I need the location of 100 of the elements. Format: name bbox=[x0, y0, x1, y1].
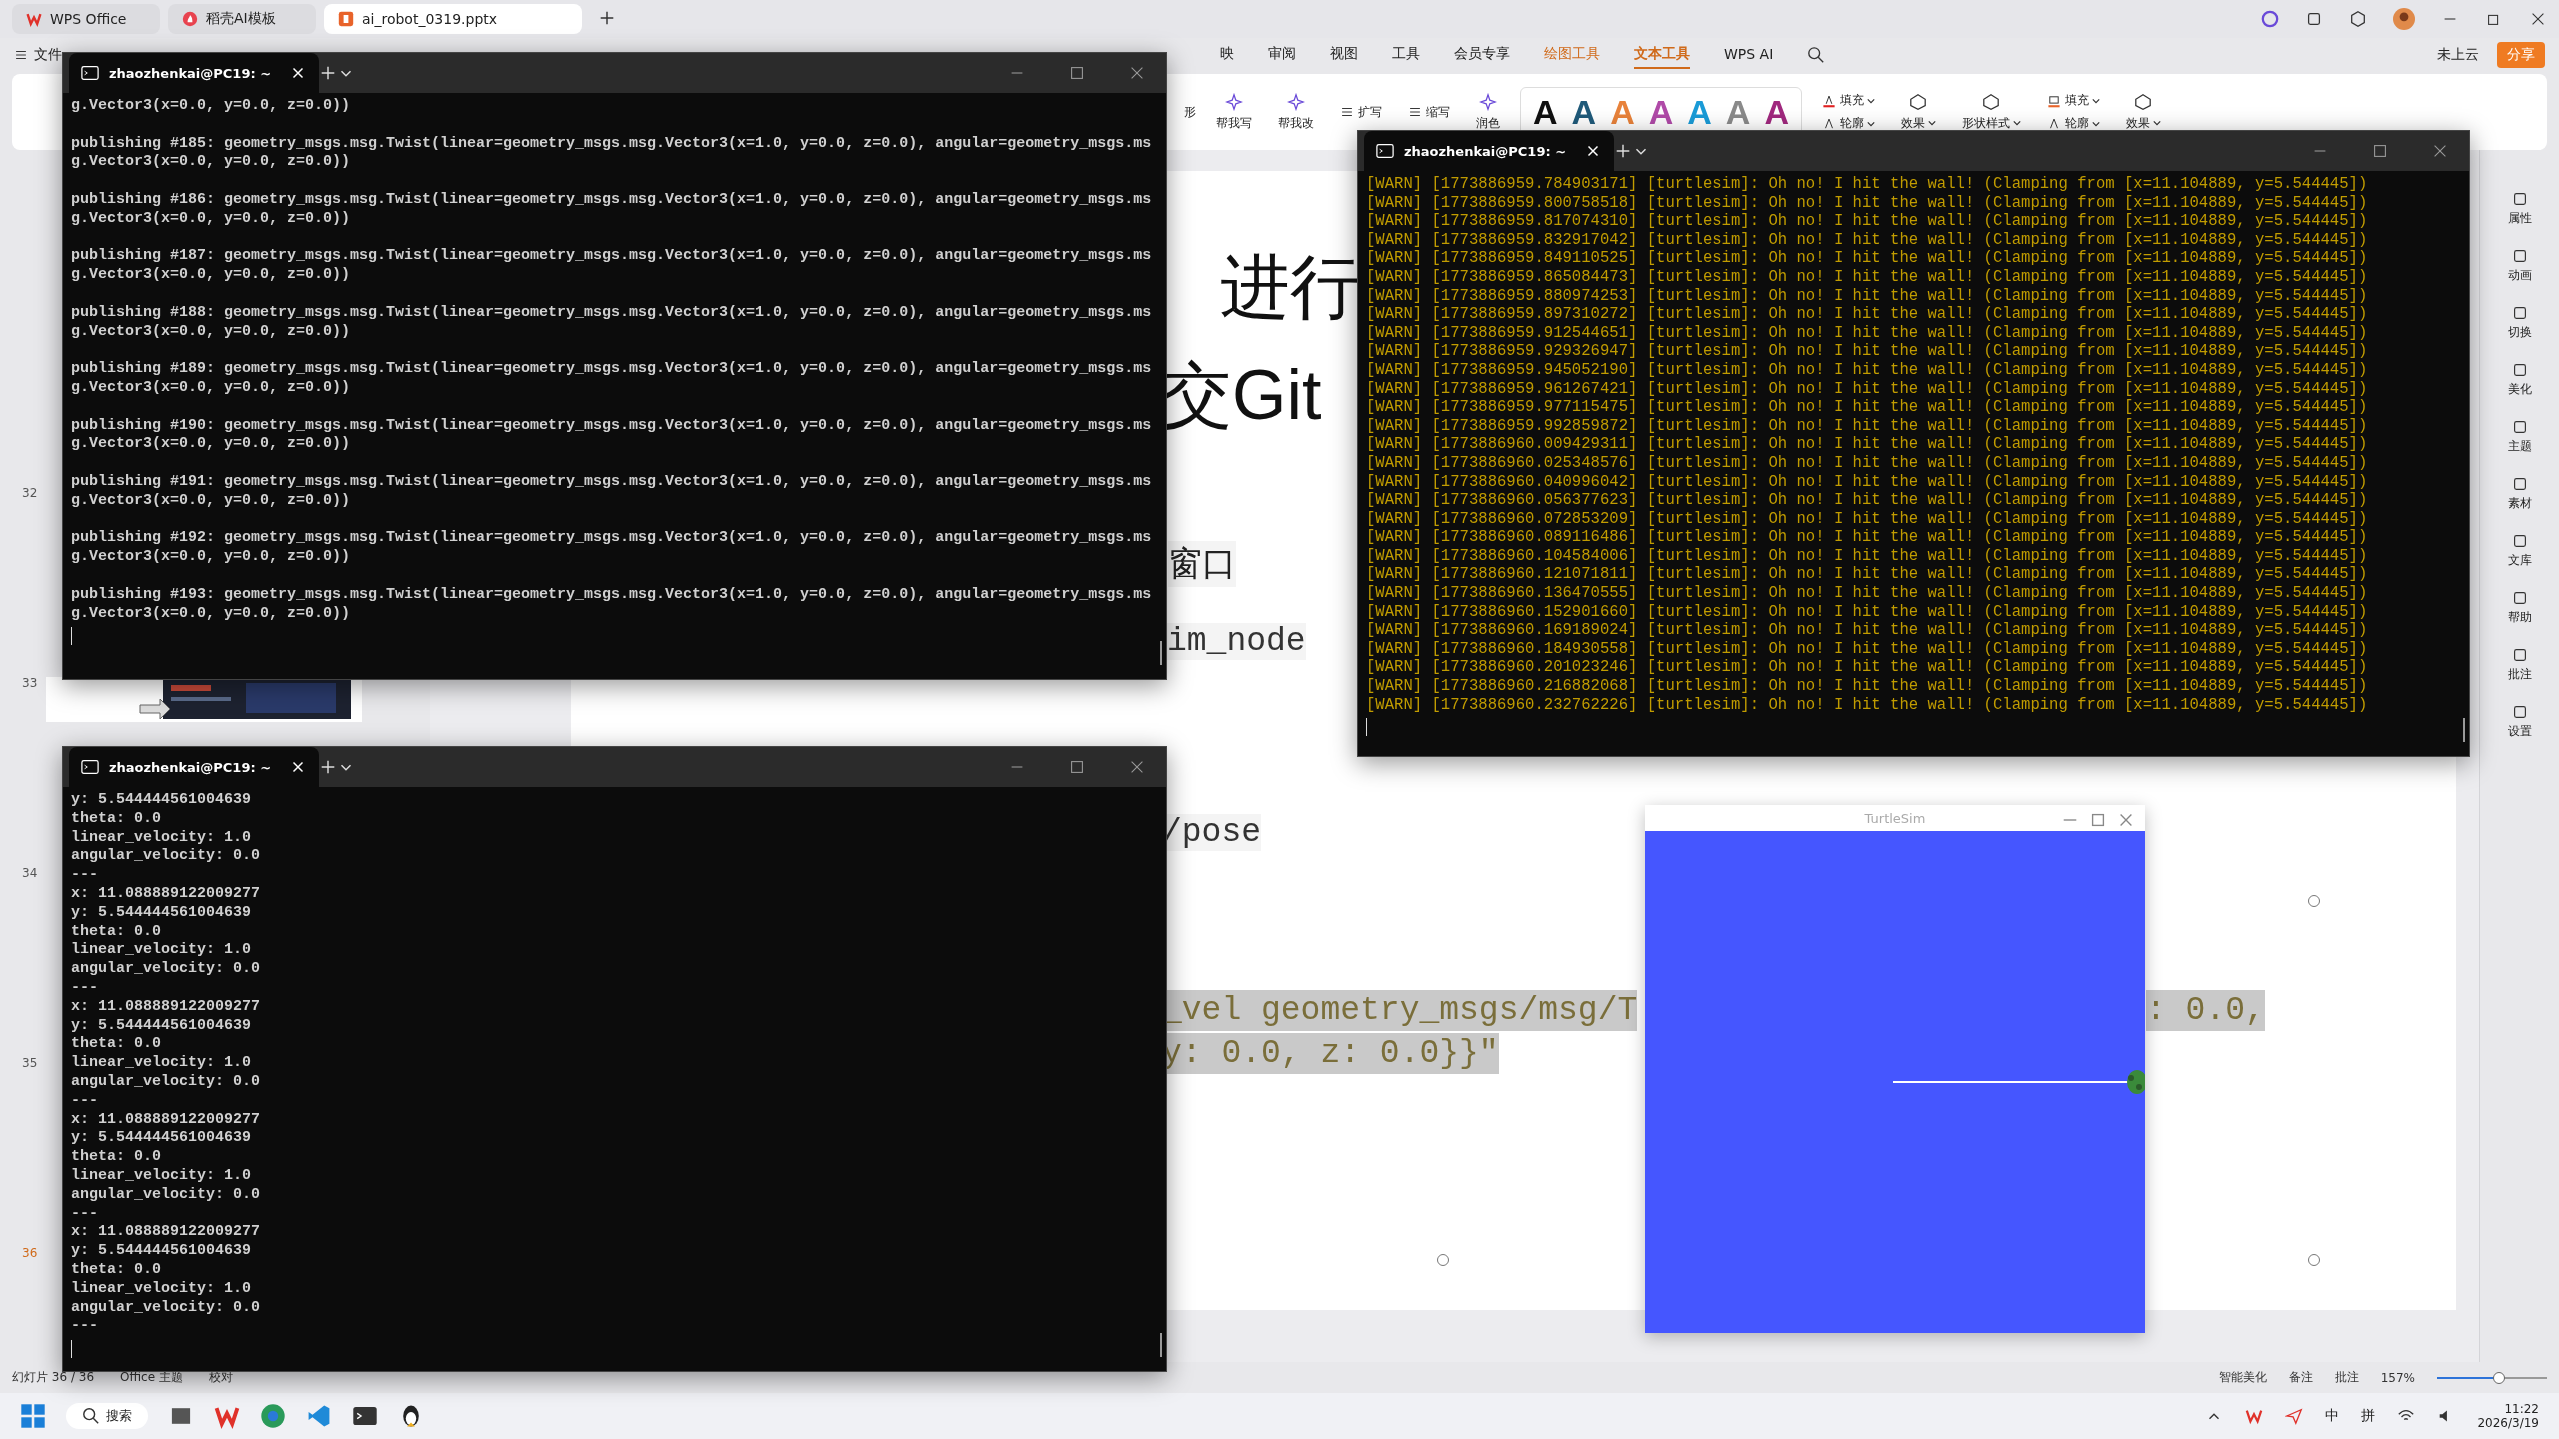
maximize-icon[interactable] bbox=[1068, 758, 1086, 776]
ribbon-button[interactable]: 帮我改 bbox=[1272, 91, 1320, 133]
terminal-line: [WARN] [1773886960.089116486] [turtlesim]: Oh no! I hit the wall! (Clamping from [x=11.104889, y=5.544445]) bbox=[1366, 528, 2369, 547]
terminal-line: y: 5.544444561004639 bbox=[71, 1016, 253, 1036]
zoom-percent[interactable]: 157% bbox=[2380, 1370, 2415, 1385]
text-cursor bbox=[1366, 718, 1367, 737]
menu-tab[interactable]: 视图 bbox=[1330, 41, 1358, 69]
resize-handle[interactable] bbox=[2308, 1254, 2320, 1266]
wordart-style[interactable]: A bbox=[1571, 92, 1597, 132]
format-button[interactable]: 形状样式 bbox=[1955, 91, 2027, 133]
code-editor-icon[interactable] bbox=[306, 1403, 332, 1429]
slide-number[interactable]: 33 bbox=[22, 676, 38, 690]
app-tab[interactable]: 稻壳AI模板 bbox=[168, 4, 316, 34]
terminal-tab[interactable]: zhaozhenkai@PC19: ~ bbox=[1364, 131, 1614, 171]
zoom-slider[interactable] bbox=[2437, 1371, 2547, 1384]
document-icon bbox=[338, 11, 354, 27]
terminal-line: publishing #185: geometry_msgs.msg.Twist(linear=geometry_msgs.msg.Vector3(x=1.0, y=0.0, z=0.0), angular=geometry_msgs.ms bbox=[71, 134, 1153, 154]
menu-tab[interactable]: 映 bbox=[1220, 41, 1234, 69]
status-item[interactable]: 批注 bbox=[2334, 1369, 2359, 1386]
terminal-line: y: 5.544444561004639 bbox=[71, 791, 253, 810]
status-item[interactable]: 幻灯片 36 / 36 bbox=[12, 1369, 95, 1386]
scrollbar[interactable] bbox=[2463, 718, 2465, 742]
maximize-icon[interactable] bbox=[2089, 811, 2107, 829]
ime-indicator[interactable]: 中 bbox=[2325, 1407, 2340, 1425]
terminal-line: linear_velocity: 1.0 bbox=[71, 941, 253, 961]
add-tab-icon[interactable] bbox=[319, 758, 337, 776]
windows-logo-icon[interactable] bbox=[20, 1403, 46, 1429]
taskbar-search[interactable]: 搜索 bbox=[66, 1403, 148, 1429]
wordart-style[interactable]: A bbox=[1533, 92, 1558, 132]
sidebar-button[interactable]: 文库 bbox=[2507, 532, 2532, 569]
wordart-style[interactable]: A bbox=[1648, 92, 1674, 132]
format-button[interactable]: 填充 bbox=[2040, 91, 2106, 110]
status-item[interactable]: 校对 bbox=[208, 1369, 233, 1386]
sidebar-button[interactable]: 素材 bbox=[2507, 475, 2532, 512]
app-tab[interactable]: ai_robot_0319.pptx bbox=[324, 4, 582, 34]
send-icon[interactable] bbox=[2285, 1407, 2304, 1425]
resize-handle[interactable] bbox=[2308, 895, 2320, 907]
resize-handle[interactable] bbox=[1437, 1254, 1449, 1266]
assistant-icon[interactable] bbox=[2261, 10, 2279, 28]
sidebar-button[interactable]: 帮助 bbox=[2507, 589, 2532, 626]
app-tab[interactable]: WPS Office bbox=[12, 4, 160, 34]
ribbon-button[interactable]: 缩写 bbox=[1402, 102, 1456, 122]
maximize-icon[interactable] bbox=[2371, 142, 2389, 160]
format-button[interactable]: 轮廓 bbox=[1815, 114, 1881, 133]
terminal-line: [WARN] [1773886960.184930558] [turtlesim]: Oh no! I hit the wall! (Clamping from [x=11.104889, y=5.544445]) bbox=[1366, 639, 2369, 659]
sidebar-button[interactable]: 切换 bbox=[2507, 304, 2532, 341]
menu-tab[interactable]: 审阅 bbox=[1268, 41, 1296, 69]
ribbon-button[interactable]: 扩写 bbox=[1334, 102, 1388, 122]
status-item[interactable]: 智能美化 bbox=[2218, 1369, 2267, 1386]
clock-time[interactable]: 11:22 bbox=[2504, 1402, 2539, 1416]
terminal-line: --- bbox=[71, 1091, 99, 1111]
slide-text: im_node bbox=[1167, 623, 1306, 660]
add-tab-icon[interactable] bbox=[1614, 142, 1632, 160]
ribbon-button[interactable]: 帮我写 bbox=[1210, 91, 1258, 133]
slide-text: 窗口 bbox=[1168, 541, 1236, 587]
terminal-tab[interactable]: zhaozhenkai@PC19: ~ bbox=[69, 747, 319, 787]
lines-icon bbox=[1408, 105, 1422, 119]
format-button[interactable]: 效果 bbox=[2119, 91, 2167, 133]
menu-tab[interactable]: 会员专享 bbox=[1454, 41, 1510, 69]
sidebar-button[interactable]: 主题 bbox=[2507, 418, 2532, 455]
search-icon[interactable] bbox=[1807, 46, 1826, 64]
terminal-tab[interactable]: zhaozhenkai@PC19: ~ bbox=[69, 53, 319, 93]
slide-number[interactable]: 32 bbox=[22, 486, 38, 500]
terminal-line: [WARN] [1773886960.216882068] [turtlesim]: Oh no! I hit the wall! (Clamping from [x=11.104889, y=5.544445]) bbox=[1366, 677, 2369, 696]
sidebar-button[interactable]: 批注 bbox=[2507, 646, 2532, 683]
sidebar-button[interactable]: 设置 bbox=[2507, 703, 2532, 740]
ribbon-button[interactable]: 润色 bbox=[1470, 91, 1506, 133]
terminal-line: g.Vector3(x=0.0, y=0.0, z=0.0)) bbox=[71, 322, 352, 342]
wordart-style[interactable]: A bbox=[1764, 92, 1789, 132]
wps-logo-icon[interactable] bbox=[2245, 1407, 2264, 1425]
menu-tab[interactable]: 工具 bbox=[1392, 41, 1420, 69]
clock-date[interactable]: 2026/3/19 bbox=[2477, 1416, 2539, 1430]
scrollbar[interactable] bbox=[1160, 1333, 1162, 1357]
format-button[interactable]: 轮廓 bbox=[2040, 114, 2106, 133]
avatar-icon[interactable] bbox=[2393, 8, 2415, 30]
sidebar-button[interactable]: 动画 bbox=[2507, 247, 2532, 284]
terminal-line: x: 11.088889122009277 bbox=[71, 1110, 262, 1130]
terminal-icon bbox=[81, 64, 99, 82]
sidebar-button[interactable]: 属性 bbox=[2507, 190, 2532, 227]
terminal-line: [WARN] [1773886959.945052190] [turtlesim]: Oh no! I hit the wall! (Clamping from [x=11.104889, y=5.544445]) bbox=[1366, 360, 2369, 380]
slide-number[interactable]: 34 bbox=[22, 866, 38, 880]
hexagon-icon bbox=[1909, 92, 1928, 111]
cloud-status[interactable]: 未上云 bbox=[2437, 46, 2479, 64]
cube-icon[interactable] bbox=[2349, 10, 2367, 28]
menu-tab[interactable]: WPS AI bbox=[1724, 42, 1774, 68]
status-item[interactable]: 备注 bbox=[2288, 1369, 2313, 1386]
maximize-icon[interactable] bbox=[1068, 64, 1086, 82]
terminal-line: [WARN] [1773886960.104584006] [turtlesim]: Oh no! I hit the wall! (Clamping from [x=11.104889, y=5.544445]) bbox=[1366, 546, 2369, 566]
file-menu[interactable]: 文件 bbox=[14, 46, 62, 64]
browser-icon[interactable] bbox=[260, 1403, 286, 1429]
format-button[interactable]: 填充 bbox=[1815, 91, 1881, 110]
terminal-line: --- bbox=[71, 1204, 99, 1224]
scrollbar[interactable] bbox=[1160, 641, 1162, 665]
terminal-line: angular_velocity: 0.0 bbox=[71, 1298, 262, 1318]
sidebar-button[interactable]: 美化 bbox=[2507, 361, 2532, 398]
format-button[interactable]: 效果 bbox=[1894, 91, 1942, 133]
windows-icon[interactable] bbox=[2305, 10, 2323, 28]
slide-number[interactable]: 35 bbox=[22, 1056, 38, 1070]
input-mode[interactable]: 拼 bbox=[2361, 1407, 2376, 1425]
add-tab-icon[interactable] bbox=[319, 64, 337, 82]
